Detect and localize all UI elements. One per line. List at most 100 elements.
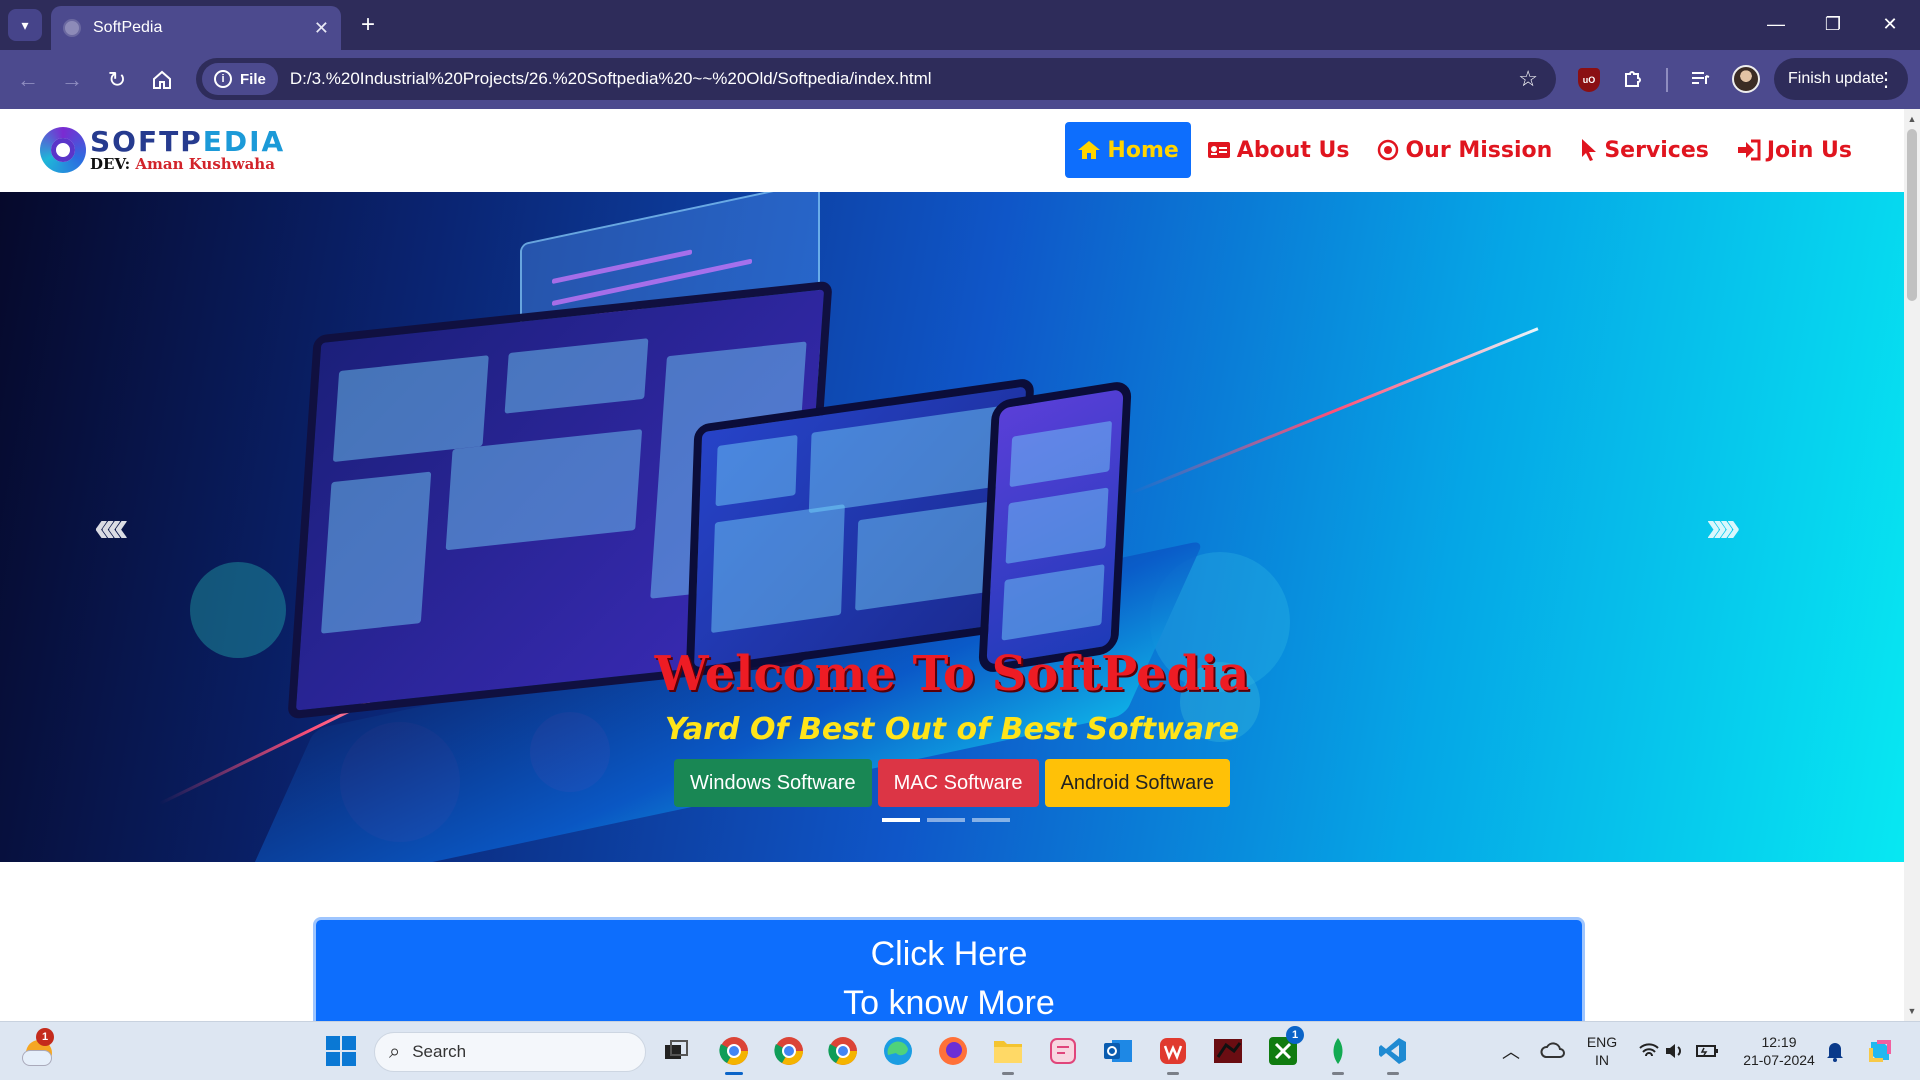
file-explorer-icon[interactable] <box>989 1032 1027 1075</box>
android-software-button[interactable]: Android Software <box>1044 759 1230 807</box>
hero-button-group: Windows Software MAC Software Android So… <box>0 759 1904 807</box>
clock[interactable]: 12:19 21-07-2024 <box>1734 1033 1824 1069</box>
mac-software-button[interactable]: MAC Software <box>877 759 1039 807</box>
mongodb-icon[interactable] <box>1319 1032 1357 1075</box>
target-icon <box>1377 139 1399 161</box>
ublock-extension-icon[interactable]: uO <box>1578 68 1600 92</box>
pointer-icon <box>1580 138 1598 162</box>
chrome-profile-1-icon[interactable] <box>715 1032 753 1075</box>
browser-tab[interactable]: SoftPedia ✕ <box>51 6 341 50</box>
carousel-indicator-1[interactable] <box>882 818 920 822</box>
terminal-app-icon[interactable] <box>1209 1032 1247 1070</box>
menu-label-about-us: About Us <box>1236 137 1350 163</box>
globe-icon <box>63 19 81 37</box>
logo-developer: DEV: Aman Kushwaha <box>90 155 275 173</box>
lang-line2: IN <box>1595 1052 1609 1068</box>
carousel-indicators <box>882 818 1017 822</box>
chevron-down-icon: ▾ <box>21 16 29 33</box>
url-text[interactable]: D:/3.%20Industrial%20Projects/26.%20Soft… <box>290 69 1518 89</box>
search-icon: ⌕ <box>389 1040 401 1063</box>
chrome-profile-2-icon[interactable] <box>770 1032 808 1070</box>
menu-item-services[interactable]: Services <box>1568 122 1721 178</box>
hero-title: Welcome To SoftPedia <box>654 646 1250 702</box>
bookmark-star-icon[interactable]: ☆ <box>1518 66 1538 92</box>
logo-dev-prefix: DEV: <box>90 155 136 173</box>
address-bar[interactable]: i File D:/3.%20Industrial%20Projects/26.… <box>196 58 1556 100</box>
bokeh-circle <box>190 562 286 658</box>
house-icon <box>153 70 171 89</box>
wps-office-icon[interactable] <box>1154 1032 1192 1075</box>
reload-button[interactable]: ↻ <box>99 62 135 98</box>
windows-taskbar: 1 ⌕ Search 1 ︿ ENG IN 12:19 21-07-2024 <box>0 1021 1920 1080</box>
logo-name[interactable]: SOFTPEDIA <box>90 125 285 158</box>
vscode-icon[interactable] <box>1374 1032 1412 1075</box>
hero-carousel: ‹‹‹‹ ›››› Welcome To SoftPedia Yard Of B… <box>0 192 1904 862</box>
home-icon <box>1077 139 1101 161</box>
tab-title: SoftPedia <box>93 19 163 36</box>
page-viewport: SOFTPEDIA DEV: Aman Kushwaha Home About … <box>0 109 1904 1021</box>
input-language[interactable]: ENG IN <box>1580 1033 1624 1069</box>
tab-search-button[interactable]: ▾ <box>8 9 42 41</box>
menu-label-services: Services <box>1604 137 1709 163</box>
plus-icon: + <box>360 11 375 38</box>
carousel-prev-button[interactable]: ‹‹‹‹ <box>94 502 128 552</box>
task-view-icon[interactable] <box>657 1032 695 1070</box>
back-button[interactable]: ← <box>10 62 46 98</box>
edge-icon[interactable] <box>879 1032 917 1070</box>
copilot-icon[interactable] <box>1861 1032 1899 1070</box>
taskbar-search[interactable]: ⌕ Search <box>374 1032 646 1072</box>
sign-in-icon <box>1737 139 1761 161</box>
onedrive-sync-icon[interactable] <box>1534 1032 1572 1070</box>
more-vert-icon: ⋮ <box>1876 68 1896 91</box>
finish-update-button[interactable]: Finish update ⋮ <box>1774 58 1908 100</box>
phone-illustration <box>978 379 1132 675</box>
start-button[interactable] <box>326 1036 356 1066</box>
carousel-next-button[interactable]: ›››› <box>1706 502 1740 552</box>
carousel-indicator-3[interactable] <box>972 818 1010 822</box>
scroll-down-arrow-icon[interactable]: ▼ <box>1904 1003 1920 1019</box>
snipping-tool-icon[interactable] <box>1044 1032 1082 1070</box>
know-more-line2: To know More <box>843 984 1055 1021</box>
chrome-profile-3-icon[interactable] <box>824 1032 862 1070</box>
firefox-icon[interactable] <box>934 1032 972 1070</box>
softpedia-logo-icon[interactable] <box>40 127 86 173</box>
hero-subtitle: Yard Of Best Out of Best Software <box>664 712 1240 747</box>
new-tab-button[interactable]: + <box>352 9 384 41</box>
weather-badge: 1 <box>36 1028 54 1046</box>
media-queue-icon[interactable] <box>1689 67 1711 95</box>
xbox-badge: 1 <box>1286 1026 1304 1044</box>
minimize-icon: — <box>1767 13 1785 34</box>
minimize-button[interactable]: — <box>1756 8 1796 40</box>
outlook-icon[interactable] <box>1099 1032 1137 1070</box>
forward-button[interactable]: → <box>54 62 90 98</box>
profile-avatar[interactable] <box>1732 65 1760 93</box>
close-window-button[interactable]: ✕ <box>1870 8 1910 40</box>
lang-line1: ENG <box>1586 1034 1618 1050</box>
windows-software-button[interactable]: Windows Software <box>674 759 872 807</box>
menu-item-join-us[interactable]: Join Us <box>1725 122 1864 178</box>
carousel-indicator-2[interactable] <box>927 818 965 822</box>
menu-item-home[interactable]: Home <box>1065 122 1191 178</box>
logo-name-a: SOFTP <box>90 125 203 158</box>
battery-icon[interactable] <box>1688 1032 1726 1070</box>
extensions-puzzle-icon[interactable] <box>1622 67 1644 95</box>
site-info-chip[interactable]: i File <box>202 63 278 95</box>
home-button[interactable] <box>144 62 180 98</box>
close-tab-icon[interactable]: ✕ <box>314 18 329 39</box>
light-beam <box>1129 327 1539 495</box>
chevron-up-icon[interactable]: ︿ <box>1492 1032 1530 1070</box>
scroll-thumb[interactable] <box>1907 129 1917 301</box>
logo-name-b: EDIA <box>202 125 286 158</box>
menu-item-about-us[interactable]: About Us <box>1195 122 1362 178</box>
page-scrollbar[interactable]: ▲ ▼ <box>1904 109 1920 1021</box>
notification-bell-icon[interactable] <box>1816 1032 1854 1070</box>
restore-button[interactable]: ❐ <box>1813 8 1853 40</box>
finish-update-label: Finish update <box>1788 70 1885 87</box>
menu-label-our-mission: Our Mission <box>1405 137 1553 163</box>
site-info-label: File <box>240 70 266 88</box>
restore-icon: ❐ <box>1824 13 1842 34</box>
know-more-card[interactable]: Click Here To know More <box>313 917 1585 1021</box>
scroll-up-arrow-icon[interactable]: ▲ <box>1904 111 1920 127</box>
cloud-icon <box>22 1050 52 1066</box>
menu-item-our-mission[interactable]: Our Mission <box>1365 122 1564 178</box>
